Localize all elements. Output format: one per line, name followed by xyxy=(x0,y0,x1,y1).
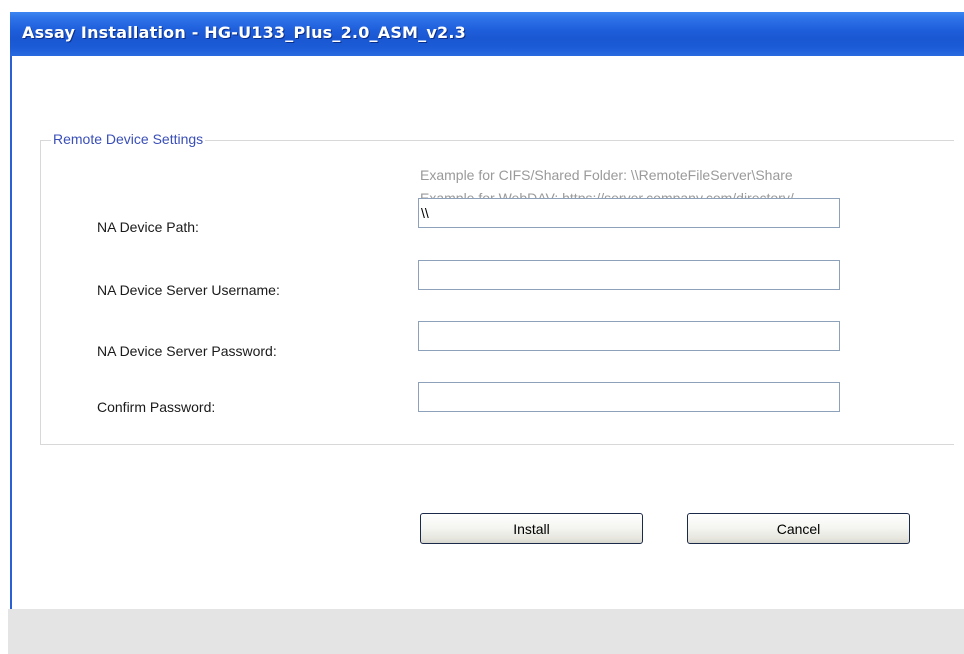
cancel-button[interactable]: Cancel xyxy=(687,513,910,544)
window-title: Assay Installation - HG-U133_Plus_2.0_AS… xyxy=(22,23,466,42)
cifs-example-hint: Example for CIFS/Shared Folder: \\Remote… xyxy=(420,167,793,183)
device-path-label: NA Device Path: xyxy=(97,219,199,235)
username-label: NA Device Server Username: xyxy=(97,282,280,298)
password-label: NA Device Server Password: xyxy=(97,343,277,359)
device-path-input[interactable] xyxy=(418,198,840,228)
password-input[interactable] xyxy=(418,321,840,351)
confirm-password-input[interactable] xyxy=(418,382,840,412)
title-bar[interactable]: Assay Installation - HG-U133_Plus_2.0_AS… xyxy=(10,12,964,56)
username-input[interactable] xyxy=(418,260,840,290)
group-legend: Remote Device Settings xyxy=(51,131,206,147)
install-button[interactable]: Install xyxy=(420,513,643,544)
confirm-password-label: Confirm Password: xyxy=(97,399,216,415)
